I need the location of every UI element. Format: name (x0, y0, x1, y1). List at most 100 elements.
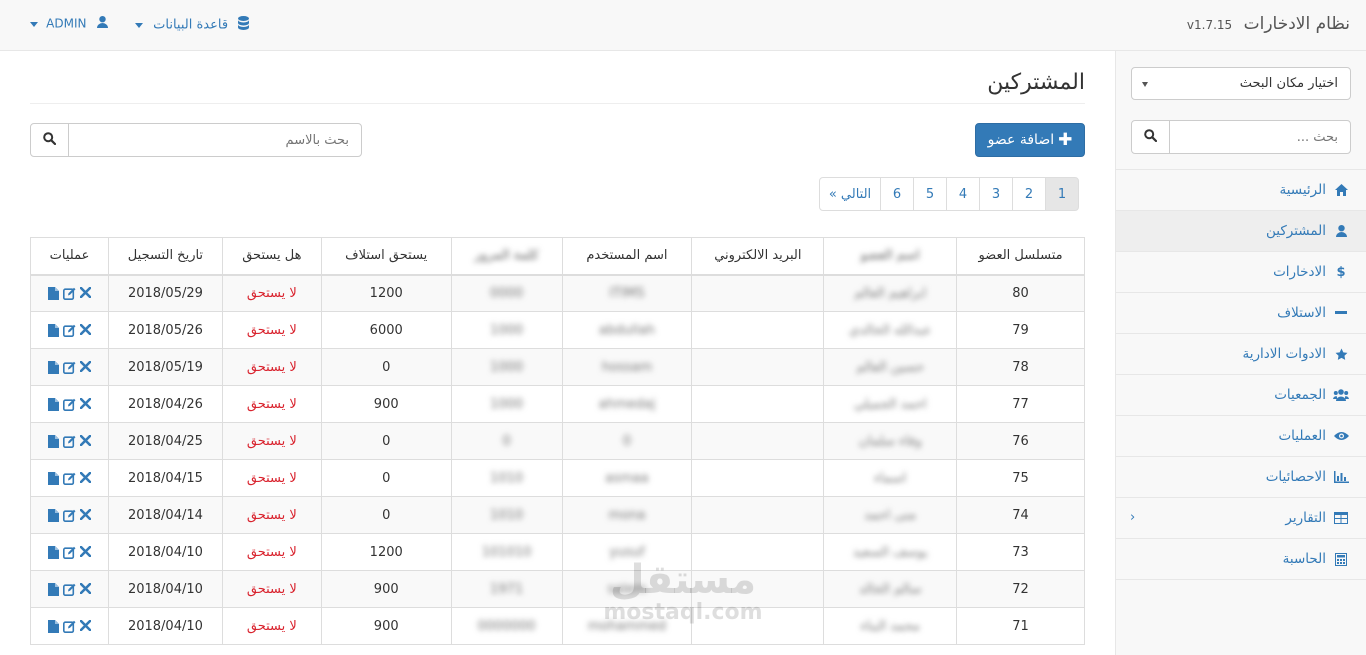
cell-username-text: mohammed (587, 618, 667, 634)
cell-member-name: عبدالله الخالدي (823, 311, 958, 349)
edit-icon[interactable] (62, 398, 76, 411)
cell-registration-date-text: 2018/04/15 (127, 470, 203, 486)
sidebar-search-input[interactable] (1169, 120, 1351, 154)
cell-email (691, 274, 825, 312)
cell-eligible: لا يستحق (221, 311, 322, 349)
view-document-icon[interactable] (47, 508, 59, 522)
cell-member-name: وفاء سلمان (823, 422, 958, 460)
search-location-select[interactable]: اختيار مكان البحث (1131, 67, 1351, 100)
cell-username: salem (561, 570, 693, 608)
view-document-icon[interactable] (47, 360, 59, 374)
delete-icon[interactable] (79, 286, 91, 300)
sidebar-item-loans[interactable]: الاستلاف (1116, 293, 1366, 334)
delete-icon[interactable] (79, 360, 91, 374)
database-menu-label: قاعدة البيانات (153, 17, 229, 33)
cell-loan-due: 900 (320, 385, 452, 423)
cell-actions (30, 311, 109, 349)
cell-member-id: 73 (956, 533, 1085, 571)
cell-member-id: 78 (956, 348, 1085, 386)
home-icon (1332, 184, 1350, 196)
name-search-input[interactable] (68, 123, 362, 157)
sidebar-item-admin-tools[interactable]: الادوات الادارية (1116, 334, 1366, 375)
name-search-button[interactable] (30, 123, 69, 157)
table-row: 73 يوسف السعيد yusuf 101010 1200 لا يستحق 2018… (30, 533, 1085, 571)
cell-registration-date-text: 2018/05/19 (127, 359, 203, 375)
cell-loan-due: 6000 (320, 311, 452, 349)
cell-eligible: لا يستحق (221, 422, 322, 460)
pagination-page-6[interactable]: 6 (880, 177, 914, 211)
delete-icon[interactable] (79, 397, 91, 411)
pagination-page-2[interactable]: 2 (1012, 177, 1046, 211)
edit-icon[interactable] (62, 583, 76, 596)
cell-loan-due: 0 (320, 459, 452, 497)
star-icon (1332, 348, 1350, 361)
view-document-icon[interactable] (47, 619, 59, 633)
sidebar-item-subscribers[interactable]: المشتركين (1116, 211, 1366, 252)
view-document-icon[interactable] (47, 545, 59, 559)
cell-actions (30, 533, 109, 571)
cell-registration-date-text: 2018/04/10 (127, 544, 203, 560)
sidebar-item-statistics[interactable]: الاحصائيات (1116, 457, 1366, 498)
edit-icon[interactable] (62, 361, 76, 374)
cell-loan-due: 1200 (320, 533, 452, 571)
view-document-icon[interactable] (47, 286, 59, 300)
pagination-page-4[interactable]: 4 (946, 177, 980, 211)
delete-icon[interactable] (79, 619, 91, 633)
cell-email (691, 311, 825, 349)
user-menu[interactable]: ADMIN (30, 16, 108, 32)
delete-icon[interactable] (79, 508, 91, 522)
delete-icon[interactable] (79, 323, 91, 337)
cell-username: mohammed (561, 607, 693, 645)
cell-loan-due-text: 1200 (369, 544, 403, 560)
edit-icon[interactable] (62, 620, 76, 633)
edit-icon[interactable] (62, 546, 76, 559)
edit-icon[interactable] (62, 472, 76, 485)
sidebar-item-calculator[interactable]: الحاسبة (1116, 539, 1366, 580)
sidebar-item-operations[interactable]: العمليات (1116, 416, 1366, 457)
sidebar-item-home[interactable]: الرئيسية (1116, 170, 1366, 211)
title-divider (30, 103, 1085, 104)
sidebar-item-savings[interactable]: $ الادخارات (1116, 252, 1366, 293)
cell-eligible-text: لا يستحق (246, 470, 297, 486)
cell-member-name-text: وفاء سلمان (858, 433, 922, 449)
cell-loan-due: 0 (320, 496, 452, 534)
table-row: 76 وفاء سلمان 0 0 0 لا يستحق 2018/04/25 (30, 422, 1085, 460)
cell-password: 0000 (450, 274, 563, 312)
edit-icon[interactable] (62, 324, 76, 337)
pagination-page-3[interactable]: 3 (979, 177, 1013, 211)
edit-icon[interactable] (62, 435, 76, 448)
table-row: 80 ابراهيم العالم ITIMS 0000 1200 لا يستحق 201… (30, 274, 1085, 312)
view-document-icon[interactable] (47, 582, 59, 596)
sidebar-search-button[interactable] (1131, 120, 1170, 154)
cell-member-name-text: منى احمد (864, 507, 917, 523)
cell-member-name: يوسف السعيد (823, 533, 958, 571)
cell-eligible: لا يستحق (221, 274, 322, 312)
view-document-icon[interactable] (47, 434, 59, 448)
cell-member-name: ابراهيم العالم (823, 274, 958, 312)
delete-icon[interactable] (79, 545, 91, 559)
brand[interactable]: نظام الادخارات v1.7.15 (1187, 14, 1350, 34)
view-document-icon[interactable] (47, 471, 59, 485)
cell-registration-date-text: 2018/04/26 (127, 396, 203, 412)
row-actions (37, 471, 102, 485)
pagination-page-5[interactable]: 5 (913, 177, 947, 211)
delete-icon[interactable] (79, 434, 91, 448)
add-member-button[interactable]: ✚ اضافة عضو (975, 123, 1085, 157)
delete-icon[interactable] (79, 582, 91, 596)
cell-password-text: 1971 (490, 581, 524, 597)
cell-registration-date: 2018/04/15 (107, 459, 223, 497)
delete-icon[interactable] (79, 471, 91, 485)
edit-icon[interactable] (62, 287, 76, 300)
database-menu[interactable]: قاعدة البيانات (135, 16, 250, 34)
cell-password-text: 1000 (490, 359, 524, 375)
sidebar-item-reports[interactable]: التقارير ‹ (1116, 498, 1366, 539)
edit-icon[interactable] (62, 509, 76, 522)
cell-member-name: حسين العالم (823, 348, 958, 386)
view-document-icon[interactable] (47, 397, 59, 411)
view-document-icon[interactable] (47, 323, 59, 337)
cell-member-id: 74 (956, 496, 1085, 534)
col-password: كلمة المرور (450, 237, 563, 276)
pagination-page-1[interactable]: 1 (1045, 177, 1079, 211)
pagination-next[interactable]: التالي » (819, 177, 881, 211)
sidebar-item-associations[interactable]: الجمعيات (1116, 375, 1366, 416)
